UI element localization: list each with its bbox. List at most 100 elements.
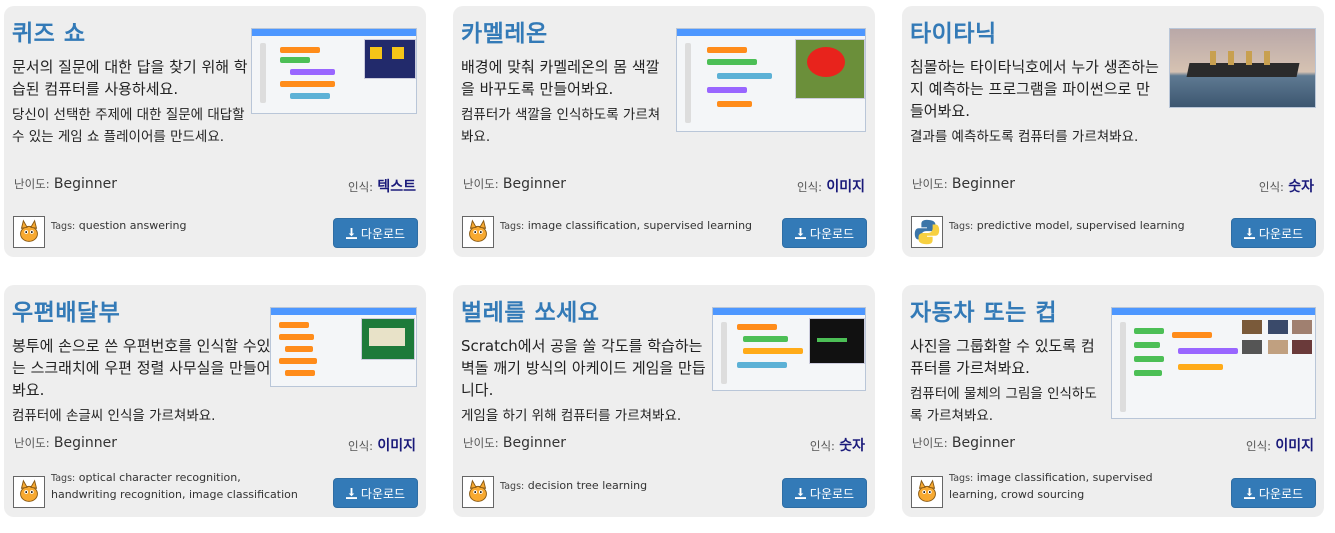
card-meta: 난이도: Beginner 인식: 숫자 [912,176,1314,195]
recognition-value: 이미지 [826,179,865,195]
level-label: 난이도: [463,177,499,191]
download-icon [1243,227,1255,239]
project-grid: 퀴즈 쇼 문서의 질문에 대한 답을 찾기 위해 학습된 컴퓨터를 사용하세요.… [0,0,1335,533]
card-tags: Tags: optical character recognition, han… [51,470,306,503]
download-label: 다운로드 [1258,226,1304,241]
card-tags: Tags: image classification, supervised l… [500,218,755,235]
recognition-label: 인식: [348,439,374,453]
download-label: 다운로드 [360,486,406,501]
recognition-label: 인식: [809,439,835,453]
tags-label: Tags: [949,221,974,232]
level-value: Beginner [502,176,567,192]
card-description: 배경에 맞춰 카멜레온의 몸 색깔을 바꾸도록 만들어봐요. [461,58,660,98]
download-icon [794,227,806,239]
project-card-chameleon: 카멜레온 배경에 맞춰 카멜레온의 몸 색깔을 바꾸도록 만들어봐요. 컴퓨터가… [453,6,875,257]
scratch-cat-icon [462,216,494,248]
project-screenshot [251,28,417,114]
download-icon [794,487,806,499]
scratch-cat-icon [911,476,943,508]
level-label: 난이도: [14,177,50,191]
tags-value: question answering [78,219,187,232]
project-card-postman: 우편배달부 봉투에 손으로 쓴 우편번호를 인식할 수있는 스크래치에 우편 정… [4,285,426,517]
recognition-value: 숫자 [839,438,865,454]
project-screenshot [270,307,417,387]
card-description: 침몰하는 타이타닉호에서 누가 생존하는지 예측하는 프로그램을 파이썬으로 만… [910,58,1159,120]
download-button[interactable]: 다운로드 [333,218,418,248]
download-icon [1243,487,1255,499]
project-screenshot [1111,307,1316,419]
card-meta: 난이도: Beginner 인식: 숫자 [463,435,865,454]
scratch-cat-icon [13,476,45,508]
level-label: 난이도: [912,177,948,191]
card-meta: 난이도: Beginner 인식: 이미지 [14,435,416,454]
card-title[interactable]: 자동차 또는 컵 [910,293,1057,327]
download-label: 다운로드 [360,226,406,241]
card-description-detail: 컴퓨터가 색깔을 인식하도록 가르쳐봐요. [461,107,661,145]
recognition: 인식: 숫자 [810,435,865,455]
level-value: Beginner [502,435,567,451]
card-description-detail: 컴퓨터에 손글씨 인식을 가르쳐봐요. [12,408,216,424]
tags-value: image classification, supervised learnin… [527,219,753,232]
recognition-label: 인식: [348,180,374,194]
card-description-detail: 결과를 예측하도록 컴퓨터를 가르쳐봐요. [910,129,1139,145]
tags-value: image classification, supervised learnin… [949,471,1153,501]
download-button[interactable]: 다운로드 [782,218,867,248]
card-title[interactable]: 벌레를 쏘세요 [461,293,599,327]
project-card-shoot-the-bug: 벌레를 쏘세요 Scratch에서 공을 쏠 각도를 학습하는 벽돌 깨기 방식… [453,285,875,517]
tags-label: Tags: [949,473,974,484]
recognition-label: 인식: [1258,180,1284,194]
download-button[interactable]: 다운로드 [1231,478,1316,508]
tags-label: Tags: [51,473,76,484]
tags-value: optical character recognition, handwriti… [51,471,298,501]
project-screenshot [712,307,866,391]
project-card-quiz-show: 퀴즈 쇼 문서의 질문에 대한 답을 찾기 위해 학습된 컴퓨터를 사용하세요.… [4,6,426,257]
recognition: 인식: 이미지 [348,435,416,455]
level-label: 난이도: [912,436,948,450]
download-icon [345,227,357,239]
card-description-detail: 컴퓨터에 물체의 그림을 인식하도록 가르쳐봐요. [910,386,1097,424]
level-label: 난이도: [14,436,50,450]
card-title[interactable]: 카멜레온 [461,14,548,48]
download-label: 다운로드 [1258,486,1304,501]
recognition-value: 숫자 [1288,179,1314,195]
card-title[interactable]: 우편배달부 [12,293,120,327]
project-screenshot [1169,28,1316,108]
card-title[interactable]: 퀴즈 쇼 [12,14,86,48]
card-description: 문서의 질문에 대한 답을 찾기 위해 학습된 컴퓨터를 사용하세요. [12,58,248,98]
recognition: 인식: 이미지 [797,176,865,196]
scratch-cat-icon [462,476,494,508]
download-button[interactable]: 다운로드 [782,478,867,508]
recognition: 인식: 이미지 [1246,435,1314,455]
level-value: Beginner [53,176,118,192]
download-button[interactable]: 다운로드 [1231,218,1316,248]
level-value: Beginner [53,435,118,451]
card-meta: 난이도: Beginner 인식: 텍스트 [14,176,416,195]
card-description: Scratch에서 공을 쏠 각도를 학습하는 벽돌 깨기 방식의 아케이드 게… [461,337,706,399]
recognition: 인식: 텍스트 [348,176,416,196]
recognition-value: 텍스트 [377,179,416,195]
card-description-detail: 게임을 하기 위해 컴퓨터를 가르쳐봐요. [461,408,682,424]
recognition-label: 인식: [797,180,823,194]
download-label: 다운로드 [809,486,855,501]
download-button[interactable]: 다운로드 [333,478,418,508]
card-tags: Tags: question answering [51,218,306,235]
card-tags: Tags: predictive model, supervised learn… [949,218,1204,235]
scratch-cat-icon [13,216,45,248]
project-card-car-or-cup: 자동차 또는 컵 사진을 그룹화할 수 있도록 컴퓨터를 가르쳐봐요. 컴퓨터에… [902,285,1324,517]
card-title[interactable]: 타이타닉 [910,14,997,48]
project-screenshot [676,28,866,132]
download-label: 다운로드 [809,226,855,241]
card-meta: 난이도: Beginner 인식: 이미지 [912,435,1314,454]
card-tags: Tags: image classification, supervised l… [949,470,1204,503]
tags-value: predictive model, supervised learning [976,219,1185,232]
recognition: 인식: 숫자 [1259,176,1314,196]
level-label: 난이도: [463,436,499,450]
python-logo-icon [911,216,943,248]
card-description-detail: 당신이 선택한 주제에 대한 질문에 대답할 수 있는 게임 쇼 플레이어를 만… [12,107,245,145]
project-card-titanic: 타이타닉 침몰하는 타이타닉호에서 누가 생존하는지 예측하는 프로그램을 파이… [902,6,1324,257]
tags-value: decision tree learning [527,479,648,492]
recognition-value: 이미지 [377,438,416,454]
tags-label: Tags: [500,481,525,492]
tags-label: Tags: [500,221,525,232]
download-icon [345,487,357,499]
